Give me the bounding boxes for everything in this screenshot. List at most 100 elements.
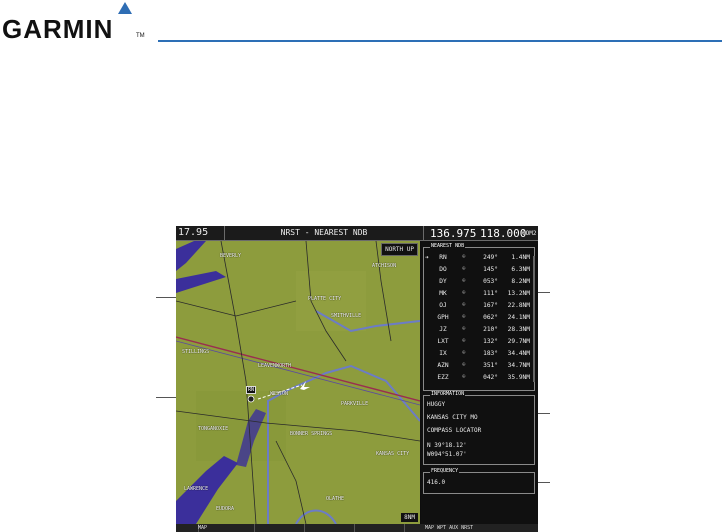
- map-label-atchison: ATCHISON: [372, 263, 397, 269]
- ndb-symbol-icon: ⊕: [462, 337, 466, 344]
- frequency-title: FREQUENCY: [430, 468, 460, 474]
- softkey-4[interactable]: [304, 524, 305, 532]
- ndb-identifier: DO: [439, 266, 447, 273]
- nearest-ndb-box: NEAREST NDB ➔ RN ⊕ 249° 1.4NM DO ⊕ 145° …: [423, 243, 535, 391]
- top-status-bar: 17.95 NRST - NEAREST NDB 136.975 118.000…: [176, 226, 538, 241]
- moving-map[interactable]: BEVERLY PLATTE CITY SMITHVILLE ATCHISON …: [176, 241, 420, 524]
- ndb-identifier: MK: [439, 290, 447, 297]
- ndb-symbol-icon: ⊕: [462, 313, 466, 320]
- softkey-bar: MAP: [176, 524, 538, 532]
- map-orientation-indicator[interactable]: NORTH UP: [381, 243, 418, 256]
- ndb-row[interactable]: MK ⊕ 111° 13.2NM: [424, 289, 532, 300]
- ndb-longitude: W094°51.07': [427, 451, 467, 458]
- trademark-mark: TM: [136, 33, 145, 39]
- ndb-symbol-icon: ⊕: [462, 289, 466, 296]
- ndb-identifier: EZZ: [437, 374, 449, 381]
- map-label-parkville: PARKVILLE: [341, 401, 369, 407]
- ndb-row[interactable]: DO ⊕ 145° 6.3NM: [424, 265, 532, 276]
- softkey-1[interactable]: [176, 524, 199, 532]
- map-label-weston: WESTON: [270, 391, 289, 397]
- ndb-identifier: GPH: [437, 314, 449, 321]
- header-rule: [158, 40, 722, 42]
- page-group-indicator: MAP WPT AUX NRST: [425, 525, 474, 531]
- ndb-row[interactable]: DY ⊕ 053° 8.2NM: [424, 277, 532, 288]
- softkey-3[interactable]: [254, 524, 255, 532]
- ndb-row[interactable]: JZ ⊕ 210° 28.3NM: [424, 325, 532, 336]
- ndb-identifier: OJ: [439, 302, 447, 309]
- ndb-distance: 28.3NM: [507, 326, 530, 333]
- ndb-bearing: 351°: [483, 362, 498, 369]
- ndb-symbol-icon: [247, 395, 255, 403]
- map-label-eudora: EUDORA: [216, 506, 235, 512]
- ndb-distance: 22.8NM: [507, 302, 530, 309]
- ndb-row[interactable]: EZZ ⊕ 042° 35.9NM: [424, 373, 532, 384]
- ndb-bearing: 062°: [483, 314, 498, 321]
- softkey-5[interactable]: [354, 524, 355, 532]
- ndb-symbol-icon: ⊕: [462, 277, 466, 284]
- callout-ndb-list: [536, 292, 550, 293]
- ndb-frequency[interactable]: 416.0: [427, 479, 445, 486]
- ndb-bearing: 053°: [483, 278, 498, 285]
- ndb-latitude: N 39°18.12': [427, 442, 467, 449]
- map-range-indicator[interactable]: 8NM: [401, 513, 418, 522]
- ndb-name: HUGGY: [427, 401, 446, 408]
- softkey-map[interactable]: MAP: [198, 525, 207, 531]
- callout-frequency: [536, 482, 550, 483]
- ndb-distance: 24.1NM: [507, 314, 530, 321]
- ndb-distance: 8.2NM: [511, 278, 530, 285]
- ndb-row[interactable]: OJ ⊕ 167° 22.8NM: [424, 301, 532, 312]
- ndb-symbol-icon: ⊕: [462, 301, 466, 308]
- map-label-bonner-springs: BONNER SPRINGS: [290, 431, 333, 437]
- ndb-map-tag: RN: [246, 386, 257, 394]
- ndb-row[interactable]: IX ⊕ 183° 34.4NM: [424, 349, 532, 360]
- callout-information: [536, 413, 550, 414]
- com-label: COM2: [522, 230, 537, 237]
- ndb-bearing: 111°: [483, 290, 498, 297]
- ndb-identifier: AZN: [437, 362, 449, 369]
- ndb-symbol-icon: ⊕: [462, 373, 466, 380]
- ndb-symbol-icon: ⊕: [462, 265, 466, 272]
- ndb-city: KANSAS CITY MO: [427, 414, 478, 421]
- com-standby-frequency: 118.000: [480, 227, 527, 240]
- map-label-lawrence: LAWRENCE: [184, 486, 209, 492]
- selection-arrow-icon: ➔: [425, 254, 429, 261]
- map-label-leavenworth: LEAVENWORTH: [258, 363, 292, 369]
- ndb-row[interactable]: GPH ⊕ 062° 24.1NM: [424, 313, 532, 324]
- garmin-logo: GARMIN: [2, 14, 114, 44]
- ndb-distance: 29.7NM: [507, 338, 530, 345]
- map-graphics: [176, 241, 420, 524]
- ndb-identifier: LXT: [437, 338, 449, 345]
- information-title: INFORMATION: [430, 391, 466, 397]
- ndb-bearing: 167°: [483, 302, 498, 309]
- ndb-distance: 13.2NM: [507, 290, 530, 297]
- mfd-screen: 17.95 NRST - NEAREST NDB 136.975 118.000…: [176, 226, 538, 532]
- ndb-bearing: 042°: [483, 374, 498, 381]
- map-label-beverly: BEVERLY: [220, 253, 242, 259]
- page-title: NRST - NEAREST NDB: [224, 226, 424, 240]
- ndb-distance: 34.4NM: [507, 350, 530, 357]
- ndb-symbol-icon: ⊕: [462, 325, 466, 332]
- ndb-distance: 1.4NM: [511, 254, 530, 261]
- softkey-6[interactable]: [404, 524, 405, 532]
- frequency-box: FREQUENCY 416.0: [423, 468, 535, 494]
- ndb-bearing: 145°: [483, 266, 498, 273]
- map-label-kansas-city: KANSAS CITY: [376, 451, 410, 457]
- com-active-frequency: 136.975: [430, 227, 477, 240]
- ndb-symbol-icon: ⊕: [462, 361, 466, 368]
- ndb-distance: 34.7NM: [507, 362, 530, 369]
- ndb-row[interactable]: LXT ⊕ 132° 29.7NM: [424, 337, 532, 348]
- nearest-panel: NEAREST NDB ➔ RN ⊕ 249° 1.4NM DO ⊕ 145° …: [421, 241, 538, 524]
- nearest-ndb-title: NEAREST NDB: [430, 243, 466, 249]
- information-box: INFORMATION HUGGY KANSAS CITY MO COMPASS…: [423, 391, 535, 465]
- map-label-smithville: SMITHVILLE: [331, 313, 362, 319]
- ndb-bearing: 249°: [483, 254, 498, 261]
- ndb-distance: 35.9NM: [507, 374, 530, 381]
- ndb-row[interactable]: AZN ⊕ 351° 34.7NM: [424, 361, 532, 372]
- ndb-identifier: DY: [439, 278, 447, 285]
- ndb-identifier: IX: [439, 350, 447, 357]
- ndb-identifier: JZ: [439, 326, 447, 333]
- map-label-olathe: OLATHE: [326, 496, 345, 502]
- ndb-list-scrollbar[interactable]: [533, 256, 535, 382]
- map-label-platte-city: PLATTE CITY: [308, 296, 342, 302]
- ndb-row[interactable]: ➔ RN ⊕ 249° 1.4NM: [424, 253, 532, 264]
